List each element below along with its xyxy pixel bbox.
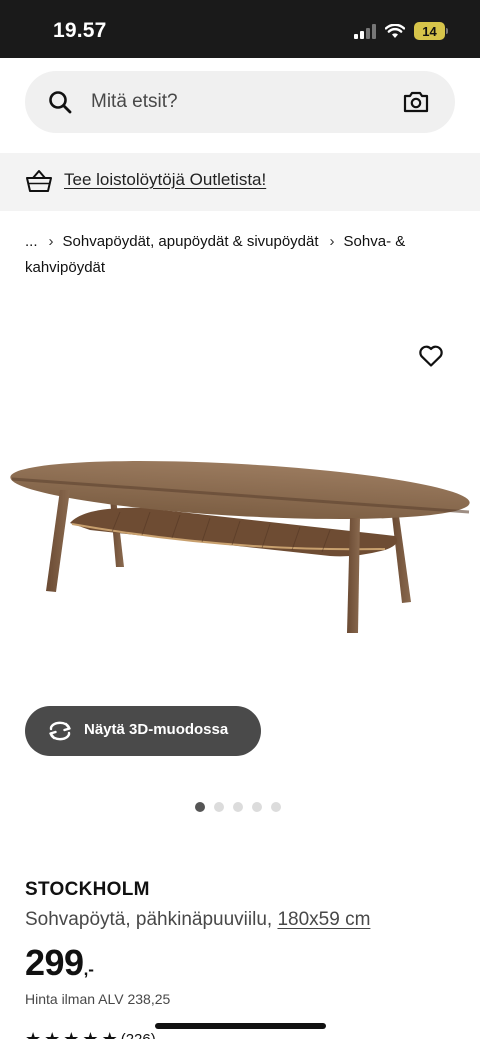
outlet-promo-link[interactable]: Tee loistolöytöjä Outletista! bbox=[64, 170, 266, 190]
breadcrumb: ... › Sohvapöydät, apupöydät & sivupöydät ›… bbox=[25, 229, 455, 281]
product-price: 299,- bbox=[25, 942, 94, 984]
cellular-signal-icon bbox=[354, 23, 376, 39]
basket-icon bbox=[26, 170, 52, 192]
star-icon: ★ bbox=[82, 1029, 99, 1039]
product-image bbox=[10, 461, 470, 633]
battery-level: 14 bbox=[422, 23, 437, 39]
view-3d-label: Näytä 3D-muodossa bbox=[84, 721, 229, 738]
battery-icon: 14 bbox=[414, 22, 448, 40]
search-bar[interactable]: Mitä etsit? bbox=[25, 71, 455, 133]
heart-icon[interactable] bbox=[418, 344, 444, 368]
product-name: STOCKHOLM bbox=[25, 879, 150, 900]
price-main: 299 bbox=[25, 942, 84, 983]
wifi-icon bbox=[385, 23, 405, 38]
star-icon: ★ bbox=[101, 1029, 118, 1039]
breadcrumb-item-ellipsis[interactable]: ... bbox=[25, 233, 38, 250]
carousel-dot-5[interactable] bbox=[271, 802, 281, 812]
carousel-dot-4[interactable] bbox=[252, 802, 262, 812]
home-indicator bbox=[155, 1023, 326, 1029]
star-icon: ★ bbox=[63, 1029, 80, 1039]
carousel-dots bbox=[195, 802, 281, 812]
status-time: 19.57 bbox=[53, 19, 107, 42]
promo-banner[interactable]: Tee loistolöytöjä Outletista! bbox=[0, 153, 480, 211]
star-icon: ★ bbox=[25, 1029, 42, 1039]
status-icons: 14 bbox=[354, 22, 448, 40]
price-suffix: ,- bbox=[83, 960, 94, 979]
rotate-icon bbox=[49, 721, 71, 741]
carousel-dot-3[interactable] bbox=[233, 802, 243, 812]
carousel-dot-1[interactable] bbox=[195, 802, 205, 812]
search-icon[interactable] bbox=[47, 89, 73, 115]
carousel-dot-2[interactable] bbox=[214, 802, 224, 812]
star-icon: ★ bbox=[44, 1029, 61, 1039]
breadcrumb-item-coffee-side-tables[interactable]: Sohvapöydät, apupöydät & sivupöydät bbox=[63, 233, 319, 250]
price-without-vat: Hinta ilman ALV 238,25 bbox=[25, 991, 171, 1007]
rating-count: (226) bbox=[120, 1030, 156, 1039]
rating-row[interactable]: ★ ★ ★ ★ ★ (226) bbox=[25, 1030, 156, 1039]
search-input[interactable]: Mitä etsit? bbox=[91, 91, 178, 113]
camera-icon[interactable] bbox=[403, 90, 429, 114]
product-description: Sohvapöytä, pähkinäpuuviilu, 180x59 cm bbox=[25, 909, 370, 931]
chevron-right-icon: › bbox=[48, 233, 54, 250]
product-size-link[interactable]: 180x59 cm bbox=[277, 909, 370, 930]
product-type: Sohvapöytä, pähkinäpuuviilu, bbox=[25, 909, 273, 930]
status-bar: 19.57 14 bbox=[0, 0, 480, 58]
chevron-right-icon: › bbox=[329, 233, 335, 250]
view-3d-button[interactable]: Näytä 3D-muodossa bbox=[25, 706, 261, 756]
